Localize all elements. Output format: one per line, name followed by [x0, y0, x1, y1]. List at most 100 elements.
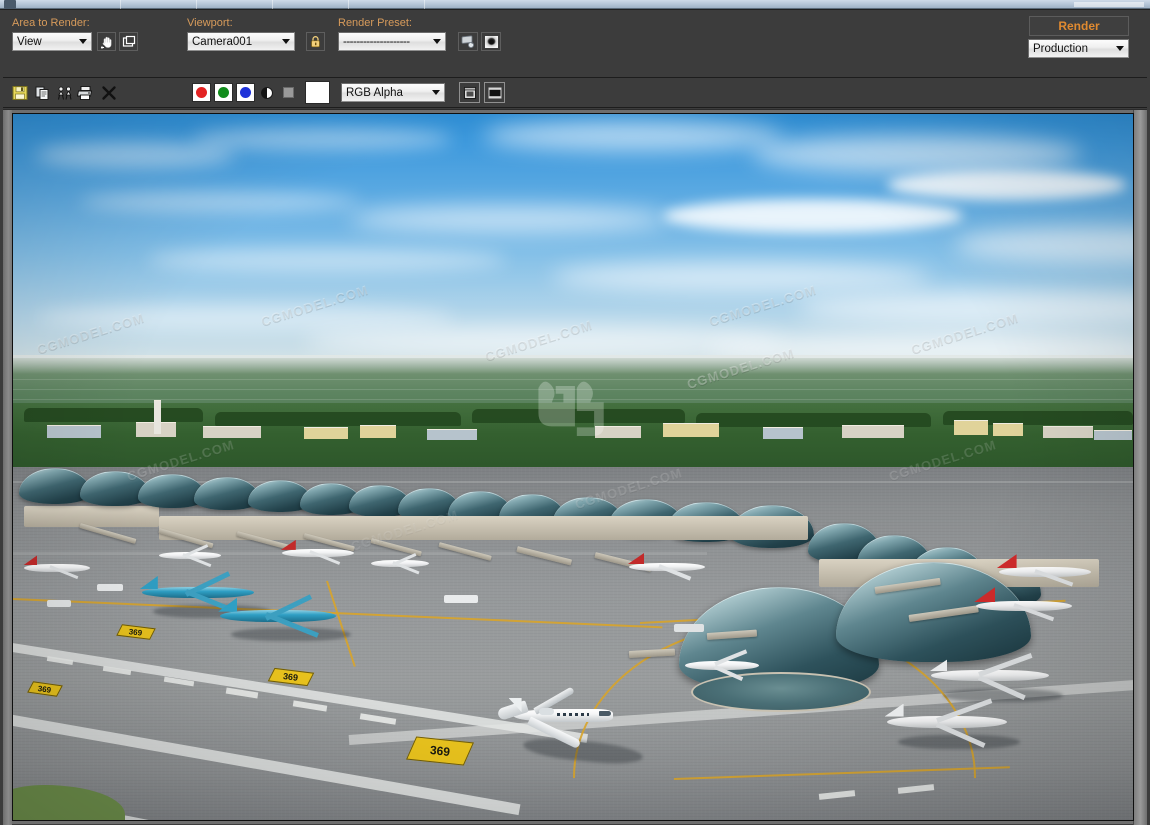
toggle-image-layers-button[interactable] [484, 82, 505, 103]
tarmac-sign-text: 369 [282, 671, 299, 684]
green-channel-icon [218, 87, 229, 98]
distant-building [203, 426, 262, 439]
cloud [349, 205, 669, 232]
render-button-label: Render [1058, 19, 1100, 33]
distant-building [46, 424, 101, 438]
field-line [13, 378, 1133, 380]
app-icon [4, 0, 16, 9]
aircraft-business-jet[interactable] [884, 697, 1007, 748]
aircraft-foreground-jet[interactable] [495, 686, 615, 750]
channel-select[interactable]: RGB Alpha [341, 83, 445, 102]
print-image-button[interactable] [75, 82, 96, 103]
aircraft-business-jet[interactable] [929, 653, 1050, 701]
panel-icon [463, 86, 476, 99]
engine-nacelle [538, 707, 554, 715]
printer-icon [77, 85, 93, 100]
render-preset-value: -------------------- [343, 35, 410, 48]
aircraft-red-tail[interactable] [23, 555, 91, 580]
titlebar-divider [348, 0, 349, 9]
aircraft-red-tail[interactable] [280, 539, 354, 565]
ground-vehicle [46, 599, 71, 607]
image-pane-left-gutter [3, 110, 12, 825]
distant-building [427, 428, 478, 440]
copy-image-button[interactable] [32, 82, 53, 103]
aircraft-business-jet[interactable] [158, 543, 221, 567]
monochrome-button[interactable] [279, 83, 297, 102]
chevron-down-icon [75, 33, 91, 50]
render-setup-icon[interactable] [458, 32, 478, 51]
area-to-render-select[interactable]: View [12, 32, 92, 51]
render-preset-select[interactable]: -------------------- [338, 32, 446, 51]
blue-channel-icon [240, 87, 251, 98]
render-frame-window-icon[interactable] [481, 32, 501, 51]
titlebar-divider [272, 0, 273, 9]
sphere-icon [484, 35, 498, 48]
titlebar-divider [424, 0, 425, 9]
distant-building [993, 423, 1023, 437]
aircraft-red-tail[interactable] [974, 587, 1073, 622]
aircraft-red-tail[interactable] [996, 554, 1091, 587]
save-image-button[interactable] [9, 82, 30, 103]
control-tower [154, 399, 162, 434]
vertical-scrollbar[interactable] [1133, 110, 1147, 825]
cloud [192, 128, 453, 151]
cabin-windows [556, 712, 589, 716]
aircraft-business-jet[interactable] [371, 553, 430, 575]
filmstrip-icon [488, 87, 501, 98]
concourse-base [24, 505, 159, 527]
aircraft-business-jet[interactable] [685, 649, 759, 682]
alpha-half-circle-icon [261, 86, 273, 99]
aircraft-airliner[interactable] [139, 571, 254, 615]
copy-icon [35, 86, 48, 100]
distant-building [1043, 426, 1094, 439]
clone-rendered-frame-window-button[interactable] [54, 82, 75, 103]
render-preset-label: Render Preset: [338, 17, 412, 29]
treeline [472, 409, 685, 424]
distant-building [662, 423, 719, 438]
distant-building [595, 426, 642, 439]
distant-building [304, 427, 349, 440]
floppy-icon [12, 85, 27, 100]
distant-building [360, 424, 397, 438]
enable-red-channel-button[interactable] [192, 83, 211, 102]
tarmac-sign-text: 369 [37, 683, 53, 695]
display-alpha-channel-button[interactable] [258, 83, 276, 102]
treeline [24, 407, 204, 422]
area-to-render-label: Area to Render: [12, 17, 90, 29]
viewport-label: Viewport: [187, 17, 233, 29]
image-toolbar: RGB Alpha [3, 78, 1147, 108]
enable-green-channel-button[interactable] [214, 83, 233, 102]
viewport-value: Camera001 [192, 35, 253, 48]
toggle-ui-overlay-button[interactable] [459, 82, 480, 103]
chevron-down-icon [429, 33, 445, 50]
aircraft-airliner[interactable] [218, 593, 337, 638]
background-color-swatch[interactable] [305, 81, 330, 104]
edit-region-icon[interactable] [119, 32, 138, 51]
aircraft-red-tail[interactable] [628, 553, 705, 581]
horizon-haze [13, 355, 1133, 374]
chevron-down-icon [1112, 40, 1128, 57]
channel-select-value: RGB Alpha [346, 86, 403, 99]
ground-vehicle [673, 623, 704, 632]
rendered-frame-window: Area to Render: View Viewport: Camera001 [0, 9, 1150, 825]
field-line [13, 399, 1133, 401]
distant-building [841, 424, 904, 438]
auto-region-selected-icon[interactable] [97, 32, 116, 51]
render-mode-value: Production [1033, 42, 1088, 55]
hand-icon [100, 36, 111, 49]
os-window-title-bar[interactable] [0, 0, 1150, 9]
chevron-down-icon [428, 84, 444, 101]
titlebar-window-controls[interactable] [1074, 2, 1144, 7]
ground-vehicle [444, 595, 479, 604]
clone-icon [57, 86, 71, 100]
rendered-image[interactable]: 369 369 369 369 CGMODEL.COM CGMODEL.COM … [12, 113, 1134, 821]
x-icon [101, 85, 116, 100]
distant-building [763, 427, 804, 440]
render-mode-select[interactable]: Production [1028, 39, 1129, 58]
lock-viewport-icon[interactable] [306, 32, 325, 51]
titlebar-divider [120, 0, 121, 9]
clear-button[interactable] [98, 82, 119, 103]
render-button[interactable]: Render [1029, 16, 1129, 36]
viewport-select[interactable]: Camera001 [187, 32, 295, 51]
enable-blue-channel-button[interactable] [236, 83, 255, 102]
